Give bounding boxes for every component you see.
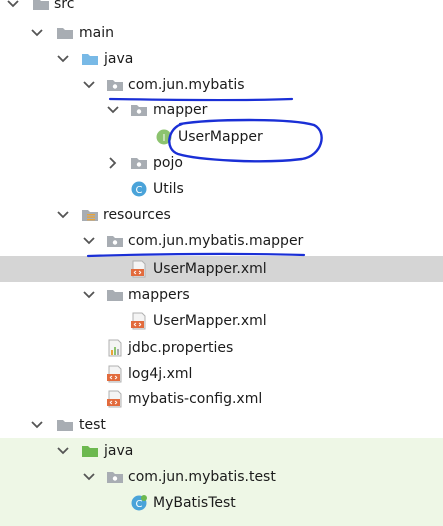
interface-icon: I <box>155 128 173 146</box>
tree-row-mapper[interactable]: mapper <box>0 97 443 123</box>
chevron-down-icon[interactable] <box>82 470 96 484</box>
tree-label: mybatis-config.xml <box>128 391 263 407</box>
folder-icon <box>56 416 74 434</box>
tree-label: test <box>79 417 106 433</box>
test-class-icon: C <box>130 494 148 512</box>
chevron-down-icon[interactable] <box>82 234 96 248</box>
tree-row-main[interactable]: main <box>0 20 443 46</box>
class-icon: C <box>130 180 148 198</box>
tree-label: log4j.xml <box>128 366 193 382</box>
tree-row-test[interactable]: test <box>0 412 443 438</box>
tree-label: pojo <box>153 155 183 171</box>
tree-row-mappers[interactable]: mappers <box>0 282 443 308</box>
svg-text:I: I <box>163 133 166 144</box>
xml-file-icon <box>130 312 148 330</box>
tree-row-utils[interactable]: C Utils <box>0 176 443 202</box>
chevron-down-icon[interactable] <box>56 208 70 222</box>
test-source-folder-icon <box>81 442 99 460</box>
tree-label: jdbc.properties <box>128 340 234 356</box>
tree-label: MyBatisTest <box>153 495 236 511</box>
tree-row-partial <box>0 516 443 526</box>
tree-label: java <box>104 51 134 67</box>
tree-label: com.jun.mybatis.mapper <box>128 233 304 249</box>
chevron-down-icon[interactable] <box>82 288 96 302</box>
tree-label: src <box>54 0 75 12</box>
tree-row-user-mapper-xml[interactable]: UserMapper.xml <box>0 256 443 282</box>
xml-file-icon <box>106 390 124 408</box>
tree-row-mybatis-test[interactable]: C MyBatisTest <box>0 490 443 516</box>
properties-file-icon <box>106 339 124 357</box>
tree-row-java[interactable]: java <box>0 46 443 72</box>
tree-label: UserMapper.xml <box>153 313 267 329</box>
tree-label: Utils <box>153 181 184 197</box>
tree-row-test-java[interactable]: java <box>0 438 443 464</box>
tree-label: main <box>79 25 114 41</box>
tree-label: mappers <box>128 287 190 303</box>
tree-row-src[interactable]: src <box>0 0 443 17</box>
tree-label: resources <box>103 207 171 223</box>
tree-row-pojo[interactable]: pojo <box>0 150 443 176</box>
tree-label: com.jun.mybatis <box>128 77 245 93</box>
chevron-right-icon[interactable] <box>106 156 120 170</box>
tree-label: mapper <box>153 102 208 118</box>
tree-row-resources[interactable]: resources <box>0 202 443 228</box>
folder-icon <box>106 286 124 304</box>
package-icon <box>106 468 124 486</box>
tree-row-user-mapper-xml-2[interactable]: UserMapper.xml <box>0 308 443 334</box>
package-icon <box>106 76 124 94</box>
folder-icon <box>32 0 50 13</box>
tree-label: UserMapper <box>178 129 263 145</box>
xml-file-icon <box>106 365 124 383</box>
package-icon <box>130 154 148 172</box>
folder-icon <box>56 24 74 42</box>
svg-text:C: C <box>136 185 143 196</box>
tree-row-package-main[interactable]: com.jun.mybatis <box>0 72 443 98</box>
package-icon <box>106 232 124 250</box>
resources-folder-icon <box>81 206 99 224</box>
chevron-down-icon[interactable] <box>56 444 70 458</box>
tree-label: java <box>104 443 134 459</box>
tree-row-log4j-xml[interactable]: log4j.xml <box>0 361 443 387</box>
chevron-down-icon[interactable] <box>6 0 20 11</box>
xml-file-icon <box>130 260 148 278</box>
svg-text:C: C <box>136 499 143 510</box>
chevron-down-icon[interactable] <box>30 418 44 432</box>
chevron-down-icon[interactable] <box>30 26 44 40</box>
tree-row-package-test[interactable]: com.jun.mybatis.test <box>0 464 443 490</box>
tree-label: com.jun.mybatis.test <box>128 469 276 485</box>
tree-row-package-resources[interactable]: com.jun.mybatis.mapper <box>0 228 443 254</box>
source-folder-icon <box>81 50 99 68</box>
package-icon <box>130 101 148 119</box>
tree-label: UserMapper.xml <box>153 261 267 277</box>
chevron-down-icon[interactable] <box>56 52 70 66</box>
tree-row-mybatis-config-xml[interactable]: mybatis-config.xml <box>0 386 443 412</box>
chevron-down-icon[interactable] <box>82 78 96 92</box>
chevron-down-icon[interactable] <box>106 103 120 117</box>
tree-row-user-mapper[interactable]: I UserMapper <box>0 124 443 150</box>
tree-row-jdbc-properties[interactable]: jdbc.properties <box>0 335 443 361</box>
